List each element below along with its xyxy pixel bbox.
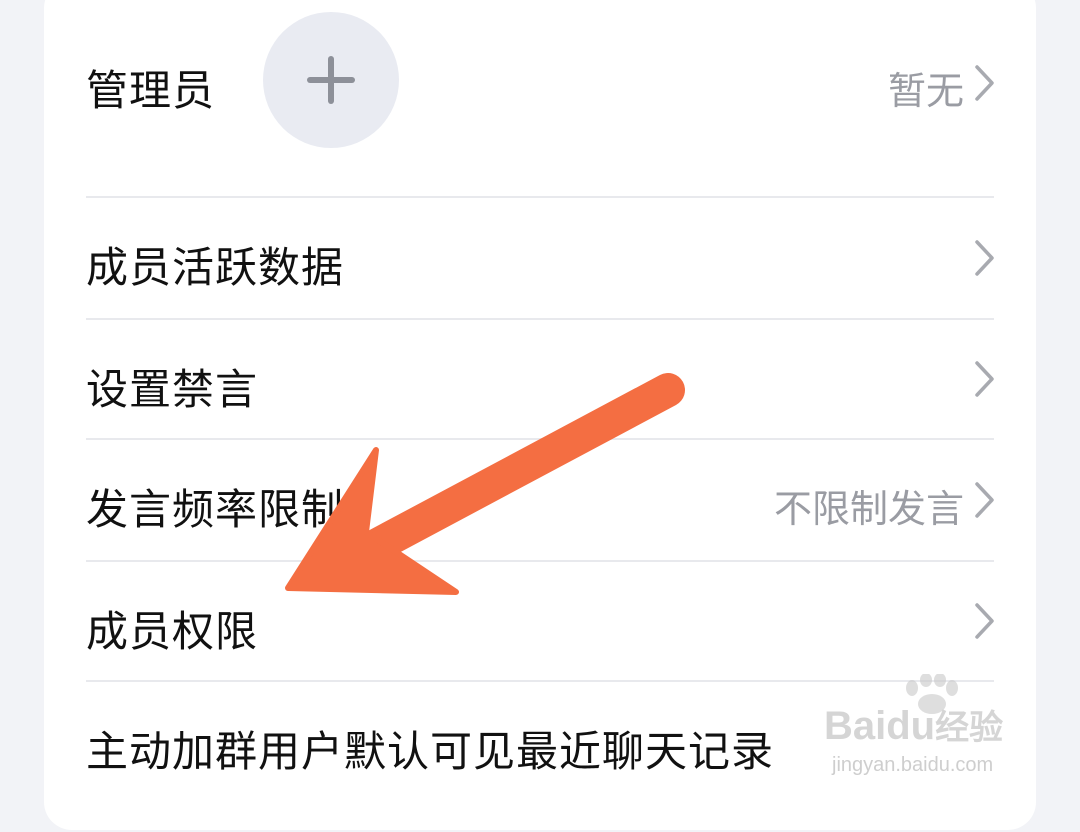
admin-row[interactable]: 管理员 暂无	[44, 0, 1036, 176]
watermark-brand: Baidu经验	[824, 704, 1004, 748]
member-activity-label: 成员活跃数据	[86, 243, 345, 292]
chevron-right-icon	[975, 65, 994, 101]
speech-frequency-row[interactable]: 发言频率限制 不限制发言	[44, 440, 1036, 560]
member-permissions-row[interactable]: 成员权限	[44, 562, 1036, 680]
baidu-watermark: Baidu经验 jingyan.baidu.com	[824, 674, 1024, 790]
speech-frequency-label: 发言频率限制	[86, 485, 345, 534]
add-admin-button[interactable]	[263, 12, 399, 148]
admin-value: 暂无	[887, 69, 964, 113]
chat-history-visibility-label: 主动加群用户默认可见最近聊天记录	[86, 727, 775, 776]
mute-settings-label: 设置禁言	[86, 365, 259, 414]
watermark-url: jingyan.baidu.com	[832, 754, 994, 776]
member-permissions-label: 成员权限	[86, 607, 259, 656]
mute-settings-row[interactable]: 设置禁言	[44, 320, 1036, 438]
chevron-right-icon	[975, 603, 994, 639]
admin-label: 管理员	[86, 66, 216, 115]
member-activity-row[interactable]: 成员活跃数据	[44, 198, 1036, 318]
chevron-right-icon	[975, 361, 994, 397]
plus-icon	[307, 56, 355, 104]
chevron-right-icon	[975, 482, 994, 518]
speech-frequency-value: 不限制发言	[773, 487, 964, 531]
chevron-right-icon	[975, 240, 994, 276]
